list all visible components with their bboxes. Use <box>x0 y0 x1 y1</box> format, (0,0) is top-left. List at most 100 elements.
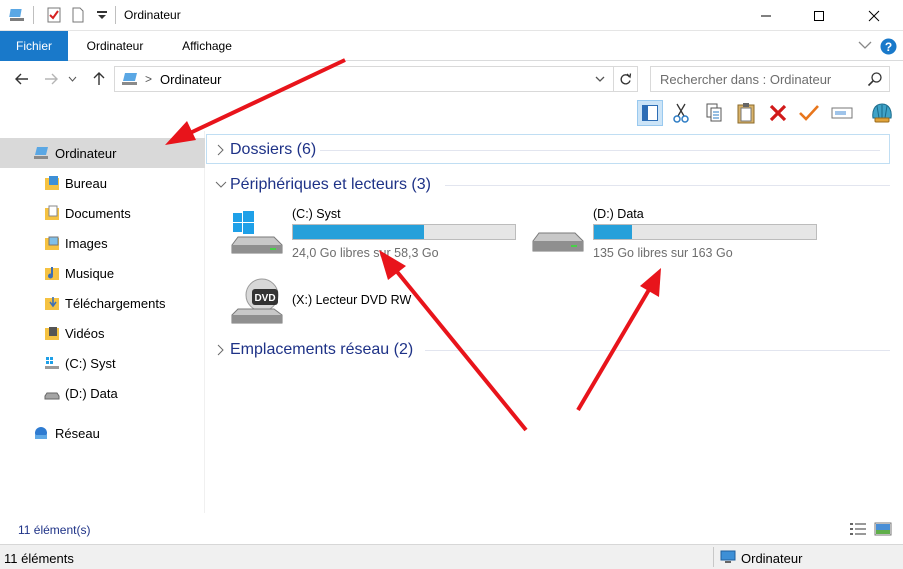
sidebar-item-videos[interactable]: Vidéos <box>0 318 205 348</box>
pane-layout-icon <box>642 105 658 121</box>
drive-x-dvd[interactable]: DVD (X:) Lecteur DVD RW <box>230 277 430 333</box>
group-label: Dossiers (6) <box>230 141 317 158</box>
network-icon <box>35 427 47 439</box>
sidebar-item-label: Vidéos <box>65 326 105 341</box>
sidebar-item-telechargements[interactable]: Téléchargements <box>0 288 205 318</box>
breadcrumb-separator: > <box>145 72 153 86</box>
clipboard-icon <box>737 103 755 124</box>
checkmark-icon <box>799 105 819 121</box>
drive-d-data[interactable]: (D:) Data 135 Go libres sur 163 Go <box>531 207 821 263</box>
drive-icon <box>44 392 60 400</box>
customize-toolbar-icon[interactable] <box>94 7 110 23</box>
forward-button[interactable] <box>40 68 62 90</box>
shell-extension-button[interactable] <box>868 100 896 126</box>
group-peripheriques[interactable]: Périphériques et lecteurs (3) <box>210 172 895 198</box>
drive-name: (C:) Syst <box>292 207 341 221</box>
ribbon-tabs: Fichier Ordinateur Affichage ? <box>0 31 903 61</box>
minimize-button[interactable] <box>743 0 789 31</box>
images-folder-icon <box>45 236 59 250</box>
refresh-icon <box>620 72 632 84</box>
search-input[interactable] <box>651 67 861 91</box>
desktop-folder-icon <box>45 176 59 190</box>
rename-button[interactable] <box>829 100 855 126</box>
sidebar-item-d-data[interactable]: (D:) Data <box>0 378 205 408</box>
sidebar-item-label: (C:) Syst <box>65 356 116 371</box>
cut-button[interactable] <box>668 100 694 126</box>
svg-text:?: ? <box>885 40 892 54</box>
sidebar-item-images[interactable]: Images <box>0 228 205 258</box>
chevron-right-icon <box>217 344 224 356</box>
recent-locations-button[interactable] <box>65 68 79 90</box>
sidebar-item-bureau[interactable]: Bureau <box>0 168 205 198</box>
documents-folder-icon <box>45 205 59 220</box>
chevron-right-icon <box>217 144 224 156</box>
chevron-down-icon <box>68 76 76 82</box>
tab-fichier[interactable]: Fichier <box>0 31 68 61</box>
music-folder-icon <box>45 267 59 280</box>
group-emplacements-reseau[interactable]: Emplacements réseau (2) <box>210 337 895 363</box>
close-button[interactable] <box>851 0 897 31</box>
drive-usage-bar <box>593 224 817 240</box>
breadcrumb-ordinateur[interactable]: Ordinateur <box>160 72 221 87</box>
status-bar: 11 éléments Ordinateur <box>0 544 903 569</box>
toolbar <box>0 97 903 129</box>
group-label: Périphériques et lecteurs (3) <box>230 176 431 193</box>
close-icon <box>868 10 880 21</box>
address-bar[interactable]: > Ordinateur <box>114 66 638 92</box>
navigation-pane: Ordinateur Bureau Documents Images Musiq… <box>0 131 205 513</box>
expand-ribbon-icon[interactable] <box>858 40 872 50</box>
chevron-down-icon[interactable] <box>593 71 607 87</box>
group-dossiers[interactable]: Dossiers (6) <box>210 137 890 163</box>
sidebar-item-label: Musique <box>65 266 115 281</box>
properties-icon[interactable] <box>46 7 62 23</box>
item-count: 11 élément(s) <box>18 523 91 537</box>
sidebar-item-label: Téléchargements <box>65 296 166 311</box>
up-button[interactable] <box>88 68 110 90</box>
sidebar-item-c-syst[interactable]: (C:) Syst <box>0 348 205 378</box>
select-button[interactable] <box>796 100 822 126</box>
tab-affichage[interactable]: Affichage <box>166 31 248 61</box>
chevron-down-icon <box>215 181 227 188</box>
drive-usage-bar <box>292 224 516 240</box>
sidebar-item-label: Ordinateur <box>55 146 117 161</box>
dvd-drive-icon: DVD <box>231 278 283 324</box>
drive-name: (D:) Data <box>593 207 644 221</box>
back-button[interactable] <box>11 68 33 90</box>
group-divider <box>425 350 890 351</box>
large-icons-view-icon[interactable] <box>874 521 892 537</box>
videos-folder-icon <box>45 327 59 340</box>
window-title: Ordinateur <box>124 8 181 22</box>
copy-button[interactable] <box>701 100 727 126</box>
group-label: Emplacements réseau (2) <box>230 341 414 358</box>
sidebar-item-ordinateur[interactable]: Ordinateur <box>0 138 205 168</box>
status-location: Ordinateur <box>741 551 803 566</box>
drive-icon <box>532 232 584 252</box>
copy-icon <box>706 103 722 122</box>
sidebar-item-label: Images <box>65 236 108 251</box>
paste-button[interactable] <box>733 100 759 126</box>
arrow-left-icon <box>15 73 28 85</box>
sidebar-item-label: Réseau <box>55 426 100 441</box>
sidebar-item-label: (D:) Data <box>65 386 118 401</box>
shell-icon <box>872 103 892 123</box>
delete-button[interactable] <box>765 100 791 126</box>
group-divider <box>445 185 890 186</box>
search-icon[interactable] <box>867 71 883 87</box>
navigation-pane-button[interactable] <box>637 100 663 126</box>
maximize-icon <box>814 10 824 21</box>
drive-free-space: 24,0 Go libres sur 58,3 Go <box>292 246 439 260</box>
maximize-button[interactable] <box>796 0 842 31</box>
sidebar-item-musique[interactable]: Musique <box>0 258 205 288</box>
sidebar-item-reseau[interactable]: Réseau <box>0 418 205 448</box>
details-view-icon[interactable] <box>849 521 867 537</box>
sidebar-item-label: Documents <box>65 206 131 221</box>
search-box[interactable] <box>650 66 890 92</box>
refresh-button[interactable] <box>613 67 637 91</box>
tab-ordinateur[interactable]: Ordinateur <box>72 31 158 61</box>
sidebar-item-documents[interactable]: Documents <box>0 198 205 228</box>
help-icon[interactable]: ? <box>880 38 897 55</box>
drive-c-syst[interactable]: (C:) Syst 24,0 Go libres sur 58,3 Go <box>230 207 520 263</box>
new-folder-icon[interactable] <box>70 7 86 23</box>
scissors-icon <box>673 103 689 123</box>
computer-icon <box>34 147 48 159</box>
